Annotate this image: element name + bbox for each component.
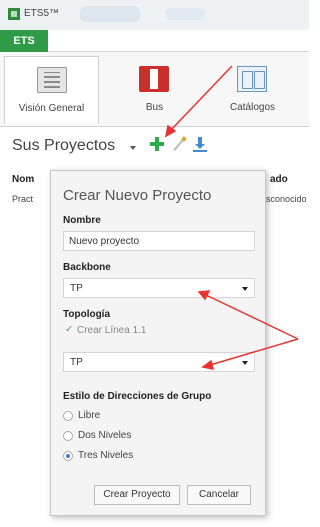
chevron-down-icon[interactable] [130,146,136,150]
radio-three-levels[interactable] [63,451,73,461]
column-header-name[interactable]: Nom [12,174,34,185]
add-project-button[interactable] [149,136,165,152]
radio-libre-label[interactable]: Libre [78,410,100,421]
backbone-select[interactable]: TP [63,278,255,298]
import-project-button[interactable] [193,136,207,152]
annotation-arrowhead [164,124,177,138]
download-icon [193,150,207,152]
column-header-state[interactable]: ado [270,174,288,185]
bus-icon [139,66,169,92]
chevron-down-icon [242,287,248,291]
title-bar: ETS5™ [0,0,309,30]
radio-two-levels[interactable] [63,431,73,441]
ribbon: Visión General Bus Catálogos [0,52,309,127]
tab-overview[interactable]: Visión General [4,56,99,124]
create-line-label[interactable]: Crear Línea 1.1 [77,325,147,336]
group-address-style-label: Estilo de Direcciones de Grupo [63,391,212,402]
tab-catalogs-label: Catálogos [229,102,276,113]
create-project-dialog: Crear Nuevo Proyecto Nombre Backbone TP … [50,170,266,516]
topology-select[interactable]: TP [63,352,255,372]
dialog-title: Crear Nuevo Proyecto [63,187,212,204]
checkmark-icon[interactable]: ✓ [65,324,73,335]
tab-bus[interactable]: Bus [107,56,202,124]
catalog-icon [237,66,267,92]
tab-bus-label: Bus [145,102,164,113]
topology-label: Topología [63,309,111,320]
cancel-button[interactable]: Cancelar [187,485,251,505]
backbone-value: TP [70,283,83,294]
table-cell[interactable]: Pract [12,194,33,204]
projects-title[interactable]: Sus Proyectos [12,137,115,155]
name-label: Nombre [63,215,101,226]
wand-icon[interactable] [172,137,186,151]
ets-menu-tab[interactable]: ETS [0,30,48,52]
blurred-region [80,6,140,22]
radio-libre[interactable] [63,411,73,421]
table-cell: sconocido [266,194,307,204]
project-name-input[interactable] [63,231,255,251]
topology-value: TP [70,357,83,368]
tab-overview-label: Visión General [18,103,85,114]
radio-two-levels-label[interactable]: Dos Niveles [78,430,131,441]
radio-three-levels-label[interactable]: Tres Niveles [78,450,133,461]
overview-icon [37,67,67,93]
tab-catalogs[interactable]: Catálogos [205,56,300,124]
backbone-label: Backbone [63,262,111,273]
ets-logo-icon [8,8,20,20]
blurred-region [165,8,205,20]
app-menu-bar: ETS [0,30,309,52]
create-project-button[interactable]: Crear Proyecto [94,485,180,505]
app-title: ETS5™ [24,8,60,19]
chevron-down-icon [242,361,248,365]
